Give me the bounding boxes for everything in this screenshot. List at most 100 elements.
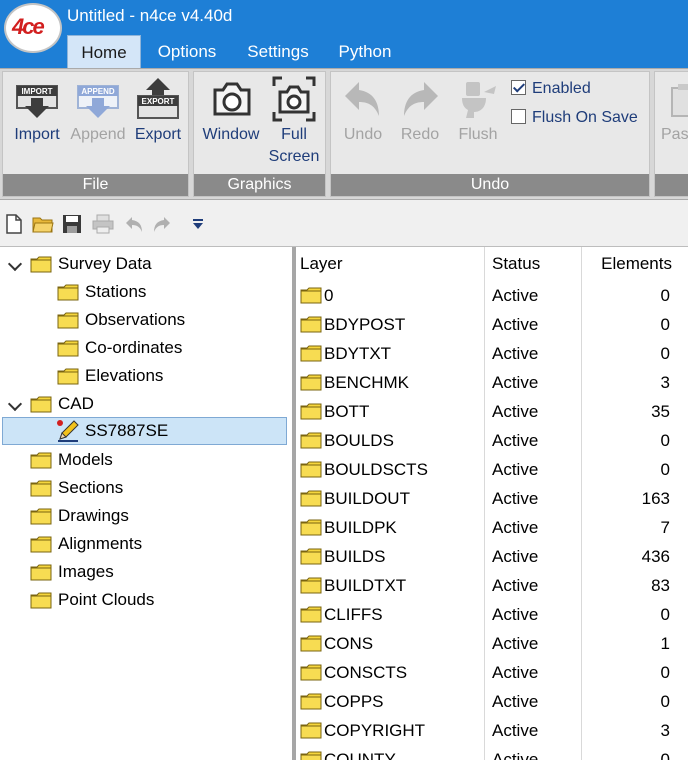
flush-on-save-checkbox[interactable]: Flush On Save [511,109,638,127]
quick-redo-icon[interactable] [152,214,172,234]
table-row[interactable]: BENCHMK Active 3 [296,368,688,397]
table-row[interactable]: BUILDS Active 436 [296,542,688,571]
import-button[interactable]: IMPORT Import [7,76,67,146]
tab-python[interactable]: Python [328,35,402,68]
table-row[interactable]: CONS Active 1 [296,629,688,658]
quick-undo-icon[interactable] [124,214,144,234]
layer-name-cell: BUILDPK [324,518,397,537]
tree-node-elevations[interactable]: Elevations [0,363,290,389]
import-icon-text: IMPORT [21,87,52,96]
folder-icon [30,508,52,525]
logo-text: 4ce [12,14,45,39]
layer-elements-cell: 0 [660,315,670,334]
layer-name-cell: COUNTY [324,750,396,760]
layer-status-cell: Active [492,402,539,421]
enabled-label: Enabled [532,80,591,97]
flush-on-save-check-box[interactable] [511,109,526,124]
tab-options[interactable]: Options [146,35,228,68]
paste-button[interactable]: Pas [661,76,688,146]
flush-button[interactable]: Flush [451,76,505,146]
full-screen-button[interactable]: Full Screen [264,76,324,168]
layer-status-cell: Active [492,634,539,653]
table-row[interactable]: CONSCTS Active 0 [296,658,688,687]
layer-elements-cell: 3 [660,373,670,392]
column-header-layer[interactable]: Layer [300,247,343,281]
append-icon-text: APPEND [81,87,115,96]
print-icon[interactable] [92,214,114,234]
export-icon-text: EXPORT [142,97,175,106]
export-button[interactable]: EXPORT Export [129,76,187,146]
undo-button[interactable]: Undo [335,76,391,146]
layer-name-cell: COPYRIGHT [324,721,426,740]
paste-icon [671,84,688,117]
column-header-elements[interactable]: Elements [582,247,672,281]
table-row[interactable]: BUILDOUT Active 163 [296,484,688,513]
table-row[interactable]: COPYRIGHT Active 3 [296,716,688,745]
tree-node-models[interactable]: Models [0,447,290,473]
layer-status-cell: Active [492,547,539,566]
collapse-chevron-icon[interactable] [7,256,23,272]
new-file-icon[interactable] [6,214,22,234]
tree-node-observations[interactable]: Observations [0,307,290,333]
layer-status-cell: Active [492,605,539,624]
undo-icon [345,82,379,116]
redo-label: Redo [400,126,440,143]
tree-label: Stations [85,282,147,301]
tree-node-sections[interactable]: Sections [0,475,290,501]
tab-settings[interactable]: Settings [236,35,320,68]
table-row[interactable]: BOULDS Active 0 [296,426,688,455]
window-button[interactable]: Window [198,76,264,146]
folder-icon [300,287,322,304]
open-folder-icon[interactable] [32,214,54,234]
layer-elements-cell: 0 [660,460,670,479]
folder-icon [30,396,52,413]
customize-toolbar-icon[interactable] [192,218,204,230]
table-row[interactable]: CLIFFS Active 0 [296,600,688,629]
full-screen-label-1: Full [281,126,307,143]
table-row[interactable]: 0 Active 0 [296,281,688,310]
tree-node-point-clouds[interactable]: Point Clouds [0,587,290,613]
collapse-chevron-icon[interactable] [7,396,23,412]
folder-icon [30,564,52,581]
folder-icon [57,284,79,301]
layer-status-cell: Active [492,315,539,334]
tree-node-ss7887se[interactable]: SS7887SE [0,418,290,444]
table-row[interactable]: COUNTY Active 0 [296,745,688,760]
redo-button[interactable]: Redo [393,76,447,146]
table-row[interactable]: COPPS Active 0 [296,687,688,716]
layer-elements-cell: 1 [660,634,670,653]
table-row[interactable]: BDYPOST Active 0 [296,310,688,339]
layer-name-cell: BUILDOUT [324,489,410,508]
tab-home[interactable]: Home [67,35,141,68]
column-header-status[interactable]: Status [492,247,540,281]
table-row[interactable]: BOULDSCTS Active 0 [296,455,688,484]
enabled-checkbox[interactable]: Enabled [511,80,591,98]
enabled-check-box[interactable] [511,80,526,95]
tree-node-drawings[interactable]: Drawings [0,503,290,529]
layer-status-cell: Active [492,663,539,682]
layer-status-cell: Active [492,431,539,450]
tree-node-stations[interactable]: Stations [0,279,290,305]
layer-elements-cell: 0 [660,605,670,624]
table-row[interactable]: BUILDPK Active 7 [296,513,688,542]
folder-icon [30,452,52,469]
folder-icon [300,606,322,623]
tree-label: Sections [58,478,124,497]
tree-node-images[interactable]: Images [0,559,290,585]
tree-node-coordinates[interactable]: Co-ordinates [0,335,290,361]
tree-node-survey-data[interactable]: Survey Data [0,251,290,277]
clipboard-group-label [655,174,688,196]
table-row[interactable]: BUILDTXT Active 83 [296,571,688,600]
tree-node-alignments[interactable]: Alignments [0,531,290,557]
table-row[interactable]: BDYTXT Active 0 [296,339,688,368]
layer-elements-cell: 436 [641,547,670,566]
app-logo[interactable]: 4ce [4,3,62,53]
layer-status-cell: Active [492,750,539,760]
folder-icon [300,548,322,565]
table-row[interactable]: BOTT Active 35 [296,397,688,426]
layer-name-cell: BOULDS [324,431,394,450]
tree-node-cad[interactable]: CAD [0,391,290,417]
save-icon[interactable] [62,214,82,234]
tree-label: CAD [58,394,94,413]
append-button[interactable]: APPEND Append [67,76,129,146]
